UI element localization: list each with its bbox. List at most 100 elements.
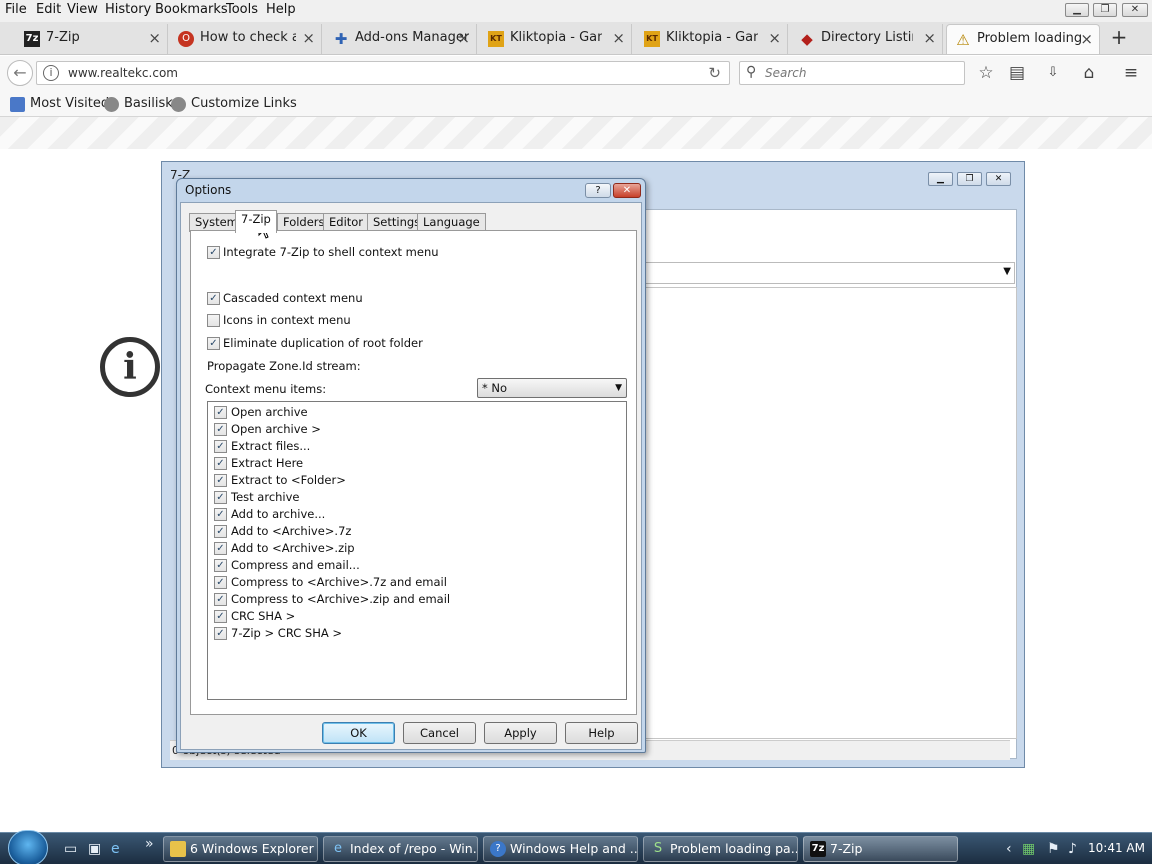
- reload-icon[interactable]: ↻: [708, 64, 721, 82]
- tab-problem-loading[interactable]: ⚠ Problem loading ×: [946, 24, 1100, 54]
- checkbox-checked-icon[interactable]: ✓: [214, 423, 227, 436]
- checkbox-checked-icon[interactable]: ✓: [214, 474, 227, 487]
- list-item[interactable]: ✓ Add to <Archive>.zip: [214, 541, 355, 555]
- restore-button[interactable]: ❐: [1093, 3, 1117, 17]
- checkbox-checked-icon[interactable]: ✓: [214, 406, 227, 419]
- eliminate-duplication-checkbox[interactable]: ✓ Eliminate duplication of root folder: [207, 336, 423, 350]
- icons-in-menu-checkbox[interactable]: Icons in context menu: [207, 313, 351, 327]
- tab-7zip-settings[interactable]: 7-Zip: [235, 210, 277, 233]
- chevron-down-icon[interactable]: ▼: [1003, 266, 1011, 277]
- list-item[interactable]: ✓ Extract Here: [214, 456, 303, 470]
- site-info-icon[interactable]: i: [43, 65, 59, 81]
- list-item[interactable]: ✓ Compress to <Archive>.zip and email: [214, 592, 450, 606]
- list-item[interactable]: ✓ Add to archive...: [214, 507, 325, 521]
- bookmark-most-visited[interactable]: Most Visited: [10, 96, 109, 112]
- cascaded-menu-checkbox[interactable]: ✓ Cascaded context menu: [207, 291, 363, 305]
- bookmark-basilisk[interactable]: Basilisk: [104, 96, 173, 112]
- menu-file[interactable]: File: [5, 2, 27, 17]
- checkbox-checked-icon[interactable]: ✓: [214, 440, 227, 453]
- checkbox-checked-icon[interactable]: ✓: [214, 491, 227, 504]
- close-tab-icon[interactable]: ×: [457, 24, 470, 52]
- checkbox-checked-icon[interactable]: ✓: [214, 576, 227, 589]
- list-item[interactable]: ✓ Add to <Archive>.7z: [214, 524, 351, 538]
- url-bar[interactable]: i www.realtekc.com ↻: [36, 61, 730, 85]
- list-item[interactable]: ✓ CRC SHA >: [214, 609, 295, 623]
- close-tab-icon[interactable]: ×: [923, 24, 936, 52]
- volume-icon[interactable]: ♪: [1068, 841, 1077, 857]
- close-window-button[interactable]: ✕: [1122, 3, 1148, 17]
- menu-history[interactable]: History: [105, 2, 151, 17]
- ok-button[interactable]: OK: [322, 722, 395, 744]
- help-button[interactable]: Help: [565, 722, 638, 744]
- reading-list-icon[interactable]: ▤: [1006, 62, 1028, 84]
- taskbar-windows-help[interactable]: ? Windows Help and ...: [483, 836, 638, 862]
- 7zip-close-button[interactable]: ✕: [986, 172, 1011, 186]
- close-tab-icon[interactable]: ×: [148, 24, 161, 52]
- ie-quicklaunch-icon[interactable]: e: [111, 841, 120, 857]
- checkbox-checked-icon[interactable]: ✓: [214, 525, 227, 538]
- new-tab-button[interactable]: +: [1108, 24, 1130, 52]
- taskbar-clock[interactable]: 10:41 AM: [1088, 841, 1145, 855]
- checkbox-checked-icon[interactable]: ✓: [214, 610, 227, 623]
- show-desktop-icon[interactable]: ▭: [64, 841, 77, 857]
- list-item[interactable]: ✓ Compress and email...: [214, 558, 360, 572]
- menu-help[interactable]: Help: [266, 2, 296, 17]
- explorer-quicklaunch-icon[interactable]: ▣: [88, 841, 101, 857]
- search-bar[interactable]: ⚲ Search: [739, 61, 965, 85]
- cancel-button[interactable]: Cancel: [403, 722, 476, 744]
- back-button[interactable]: ←: [7, 60, 33, 86]
- taskbar-index-of-repo[interactable]: e Index of /repo - Win...: [323, 836, 478, 862]
- dialog-close-button[interactable]: ✕: [613, 183, 641, 198]
- zone-id-select[interactable]: * No ▼: [477, 378, 627, 398]
- home-icon[interactable]: ⌂: [1078, 62, 1100, 84]
- checkbox-checked-icon[interactable]: ✓: [214, 542, 227, 555]
- 7zip-minimize-button[interactable]: ▁: [928, 172, 953, 186]
- checkbox-checked-icon[interactable]: ✓: [214, 508, 227, 521]
- checkbox-checked-icon[interactable]: ✓: [214, 457, 227, 470]
- close-tab-icon[interactable]: ×: [612, 24, 625, 52]
- tab-kliktopia-2[interactable]: KT Kliktopia - Games ×: [636, 24, 788, 54]
- checkbox-checked-icon[interactable]: ✓: [214, 559, 227, 572]
- tab-addons[interactable]: ✚ Add-ons Manager ×: [325, 24, 477, 54]
- checkbox-checked-icon[interactable]: ✓: [214, 627, 227, 640]
- list-item[interactable]: ✓ Test archive: [214, 490, 300, 504]
- close-tab-icon[interactable]: ×: [1080, 25, 1093, 53]
- 7zip-address-bar[interactable]: ▼: [632, 262, 1015, 284]
- network-icon[interactable]: ▦: [1022, 841, 1035, 857]
- menu-view[interactable]: View: [67, 2, 98, 17]
- taskbar-windows-explorer[interactable]: 6 Windows Explorer: [163, 836, 318, 862]
- 7zip-restore-button[interactable]: ❐: [957, 172, 982, 186]
- checkbox-checked-icon[interactable]: ✓: [214, 593, 227, 606]
- list-item[interactable]: ✓ Open archive >: [214, 422, 321, 436]
- taskbar-problem-loading[interactable]: S Problem loading pa...: [643, 836, 798, 862]
- tab-7zip[interactable]: 7z 7-Zip ×: [16, 24, 168, 54]
- url-text[interactable]: www.realtekc.com: [68, 66, 178, 80]
- tab-how-to-check[interactable]: O How to check acc ×: [170, 24, 322, 54]
- menu-edit[interactable]: Edit: [36, 2, 61, 17]
- dialog-help-button[interactable]: ?: [585, 183, 611, 198]
- close-tab-icon[interactable]: ×: [768, 24, 781, 52]
- list-item[interactable]: ✓ Open archive: [214, 405, 308, 419]
- list-item[interactable]: ✓ 7-Zip > CRC SHA >: [214, 626, 342, 640]
- tray-expand-icon[interactable]: ‹: [1006, 841, 1012, 857]
- 7zip-file-list[interactable]: [632, 287, 1017, 739]
- tab-kliktopia-1[interactable]: KT Kliktopia - Games ×: [480, 24, 632, 54]
- context-menu-items-list[interactable]: ✓ Open archive ✓ Open archive > ✓ Extract f…: [207, 401, 627, 700]
- quicklaunch-overflow-icon[interactable]: »: [145, 836, 154, 852]
- search-placeholder[interactable]: Search: [765, 66, 807, 80]
- tab-directory-listings[interactable]: ◆ Directory Listings ×: [791, 24, 943, 54]
- apply-button[interactable]: Apply: [484, 722, 557, 744]
- taskbar-7zip[interactable]: 7z 7-Zip: [803, 836, 958, 862]
- list-item[interactable]: ✓ Extract files...: [214, 439, 310, 453]
- downloads-icon[interactable]: ⇩: [1042, 62, 1064, 84]
- integrate-shell-checkbox[interactable]: ✓ Integrate 7-Zip to shell context menu: [207, 245, 439, 259]
- menu-hamburger-icon[interactable]: ≡: [1120, 62, 1142, 84]
- bookmark-star-icon[interactable]: ☆: [975, 62, 997, 84]
- bookmark-customize-links[interactable]: Customize Links: [171, 96, 297, 112]
- list-item[interactable]: ✓ Extract to <Folder>: [214, 473, 346, 487]
- list-item[interactable]: ✓ Compress to <Archive>.7z and email: [214, 575, 447, 589]
- menu-tools[interactable]: Tools: [226, 2, 258, 17]
- action-center-icon[interactable]: ⚑: [1047, 841, 1060, 857]
- start-button[interactable]: [8, 830, 48, 864]
- menu-bookmarks[interactable]: Bookmarks: [155, 2, 228, 17]
